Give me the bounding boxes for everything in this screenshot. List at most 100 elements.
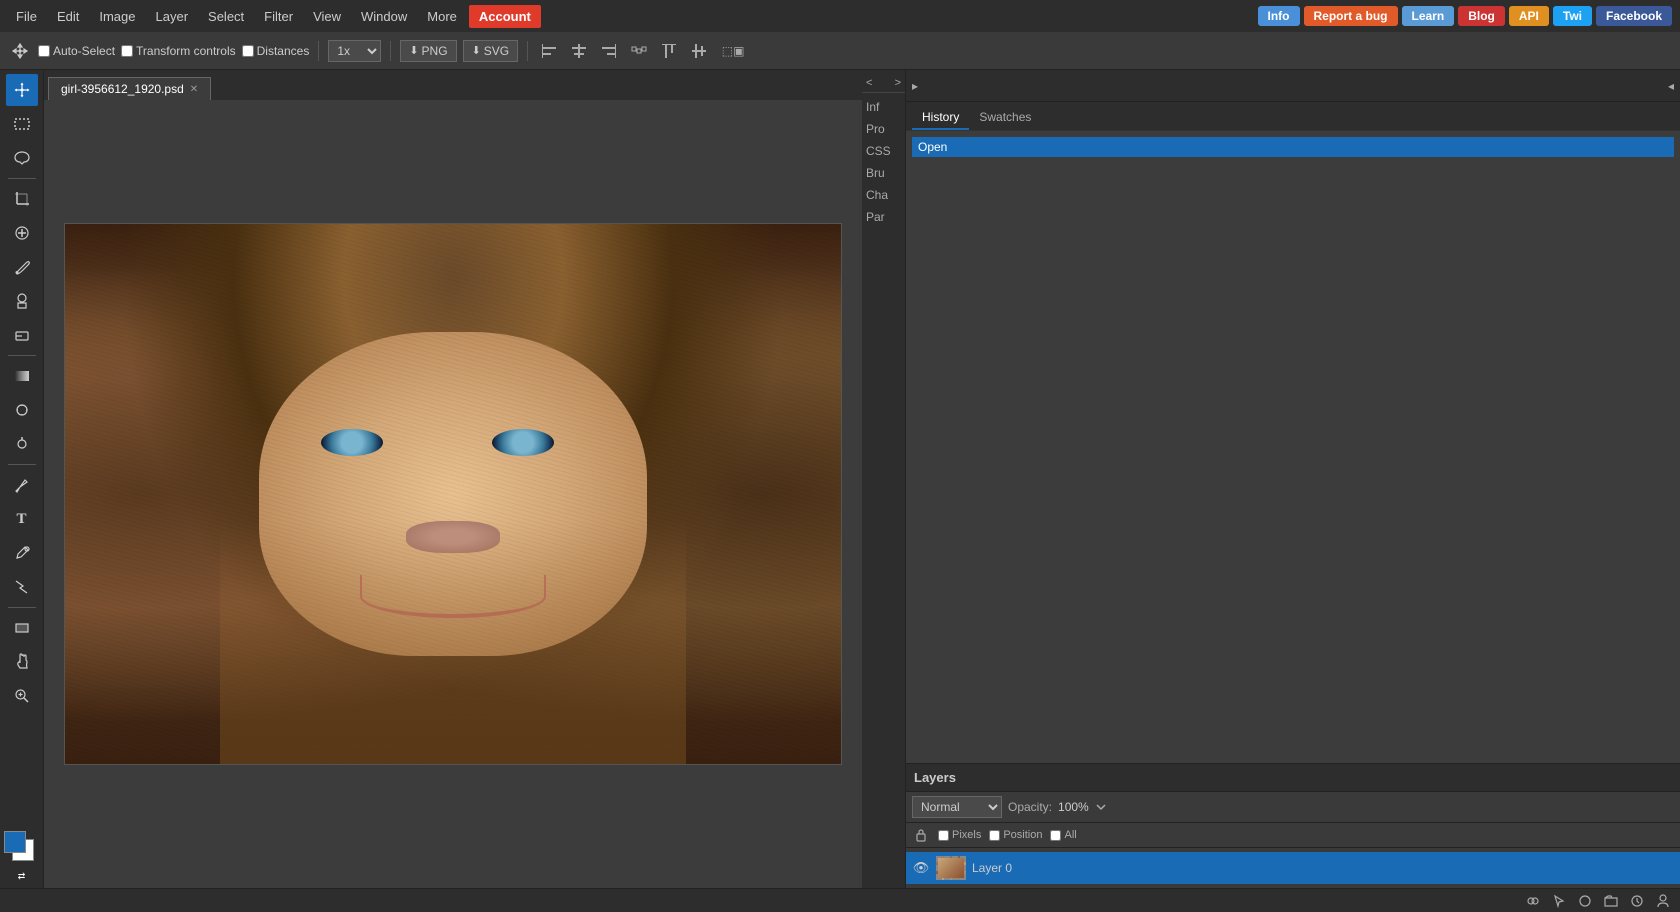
menu-view[interactable]: View <box>305 5 349 28</box>
doc-icon[interactable]: ⬚▣ <box>717 39 749 63</box>
status-link-icon[interactable] <box>1524 892 1542 910</box>
all-checkbox[interactable]: All <box>1050 829 1076 841</box>
status-circle-icon[interactable] <box>1576 892 1594 910</box>
position-input[interactable] <box>989 830 1000 841</box>
opacity-value: 100% <box>1058 800 1089 814</box>
layers-list: 👁 Layer 0 <box>906 848 1680 888</box>
distribute-icon[interactable] <box>627 39 651 63</box>
eyedrop-tool[interactable] <box>6 537 38 569</box>
info-par-label[interactable]: Par <box>862 207 905 227</box>
api-button[interactable]: API <box>1509 6 1549 26</box>
gradient-tool[interactable] <box>6 360 38 392</box>
status-folder-icon[interactable] <box>1602 892 1620 910</box>
dodge-tool[interactable] <box>6 428 38 460</box>
menu-more[interactable]: More <box>419 5 465 28</box>
menu-window[interactable]: Window <box>353 5 415 28</box>
layer-item[interactable]: 👁 Layer 0 <box>906 852 1680 884</box>
hand-tool[interactable] <box>6 646 38 678</box>
status-cursor-icon[interactable] <box>1550 892 1568 910</box>
pixels-input[interactable] <box>938 830 949 841</box>
divider-1 <box>318 41 319 61</box>
path-select-tool[interactable] <box>6 571 38 603</box>
tool-divider-4 <box>8 607 36 608</box>
layer-name-label: Layer 0 <box>972 861 1012 875</box>
tab-swatches[interactable]: Swatches <box>969 106 1041 130</box>
export-png-button[interactable]: ⬇ PNG <box>400 40 456 62</box>
foreground-color-swatch[interactable] <box>4 831 26 853</box>
collapse-left-icon[interactable]: < <box>866 77 872 89</box>
canvas-viewport[interactable] <box>44 100 862 888</box>
pen-tool[interactable] <box>6 469 38 501</box>
menu-file[interactable]: File <box>8 5 45 28</box>
status-history-icon[interactable] <box>1628 892 1646 910</box>
swap-colors-icon[interactable]: ⇄ <box>18 871 26 882</box>
menu-image[interactable]: Image <box>91 5 143 28</box>
align-right-icon[interactable] <box>597 39 621 63</box>
rectangle-tool[interactable] <box>6 612 38 644</box>
hair-overlay <box>220 521 686 764</box>
menu-select[interactable]: Select <box>200 5 252 28</box>
align-left-icon[interactable] <box>537 39 561 63</box>
distances-input[interactable] <box>242 45 254 57</box>
align-middle-icon[interactable] <box>687 39 711 63</box>
export-svg-button[interactable]: ⬇ SVG <box>463 40 519 62</box>
info-cha-label[interactable]: Cha <box>862 185 905 205</box>
auto-select-checkbox[interactable]: Auto-Select <box>38 44 115 58</box>
history-item-open[interactable]: Open <box>912 137 1674 157</box>
menu-filter[interactable]: Filter <box>256 5 301 28</box>
zoom-select[interactable]: 1x2x0.5x <box>328 40 381 62</box>
tab-history[interactable]: History <box>912 106 969 130</box>
align-center-icon[interactable] <box>567 39 591 63</box>
distances-checkbox[interactable]: Distances <box>242 44 310 58</box>
info-pro-label[interactable]: Pro <box>862 119 905 139</box>
tab-close-button[interactable]: ✕ <box>190 84 198 95</box>
layer-visibility-icon[interactable]: 👁 <box>912 859 930 877</box>
info-button[interactable]: Info <box>1258 6 1300 26</box>
panel-expand-btn[interactable]: ◂ <box>1668 79 1674 93</box>
opacity-dropdown-icon[interactable] <box>1095 801 1107 813</box>
select-rect-tool[interactable] <box>6 108 38 140</box>
transform-controls-input[interactable] <box>121 45 133 57</box>
blur-tool[interactable] <box>6 394 38 426</box>
lasso-tool[interactable] <box>6 142 38 174</box>
text-tool[interactable]: T <box>6 503 38 535</box>
panel-collapse-btn[interactable]: ▸ <box>912 79 918 93</box>
position-checkbox[interactable]: Position <box>989 829 1042 841</box>
right-content: < > Inf Pro CSS Bru Cha Par ▸ ◂ History … <box>862 70 1680 888</box>
crop-tool[interactable] <box>6 183 38 215</box>
brush-tool[interactable] <box>6 251 38 283</box>
heal-tool[interactable] <box>6 217 38 249</box>
blog-button[interactable]: Blog <box>1458 6 1505 26</box>
move-tool[interactable] <box>6 74 38 106</box>
transform-controls-checkbox[interactable]: Transform controls <box>121 44 236 58</box>
learn-button[interactable]: Learn <box>1402 6 1455 26</box>
canvas-area: girl-3956612_1920.psd ✕ <box>44 70 862 888</box>
move-tool-icon[interactable] <box>8 39 32 63</box>
info-css-label[interactable]: CSS <box>862 141 905 161</box>
info-bru-label[interactable]: Bru <box>862 163 905 183</box>
pixels-checkbox[interactable]: Pixels <box>938 829 981 841</box>
menu-layer[interactable]: Layer <box>148 5 197 28</box>
main-layout: T ⇄ girl-3956612_1920.psd <box>0 70 1680 888</box>
info-sidebar: < > Inf Pro CSS Bru Cha Par <box>862 70 906 888</box>
menu-edit[interactable]: Edit <box>49 5 87 28</box>
lock-icon[interactable] <box>912 826 930 844</box>
collapse-right-icon[interactable]: > <box>895 77 901 89</box>
download-svg-icon: ⬇ <box>472 44 481 57</box>
report-bug-button[interactable]: Report a bug <box>1304 6 1398 26</box>
menu-account[interactable]: Account <box>469 5 541 28</box>
status-person-icon[interactable] <box>1654 892 1672 910</box>
blend-mode-select[interactable]: Normal MultiplyScreenOverlay <box>912 796 1002 818</box>
clone-tool[interactable] <box>6 285 38 317</box>
align-top-icon[interactable] <box>657 39 681 63</box>
divider-2 <box>390 41 391 61</box>
color-swatches[interactable] <box>4 831 40 865</box>
facebook-button[interactable]: Facebook <box>1596 6 1672 26</box>
eraser-tool[interactable] <box>6 319 38 351</box>
auto-select-input[interactable] <box>38 45 50 57</box>
zoom-tool[interactable] <box>6 680 38 712</box>
all-input[interactable] <box>1050 830 1061 841</box>
twitter-button[interactable]: Twi <box>1553 6 1592 26</box>
document-tab[interactable]: girl-3956612_1920.psd ✕ <box>48 77 211 100</box>
info-inf-label[interactable]: Inf <box>862 97 905 117</box>
